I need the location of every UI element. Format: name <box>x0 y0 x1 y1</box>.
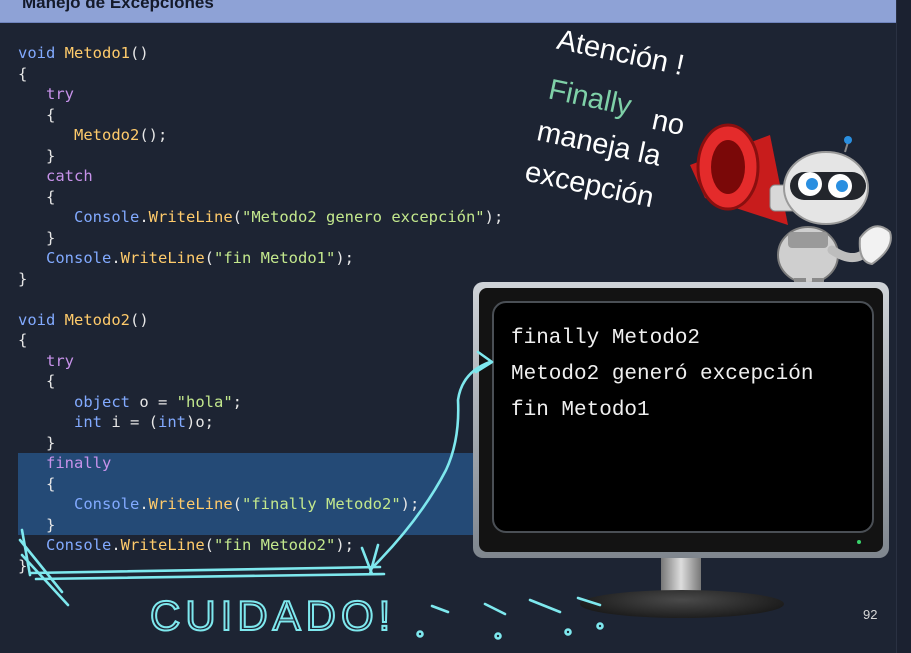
handwritten-annotation: CUIDADO! <box>18 350 604 640</box>
cuidado-annotation: CUIDADO! <box>150 592 395 639</box>
page-number: 92 <box>863 607 878 622</box>
